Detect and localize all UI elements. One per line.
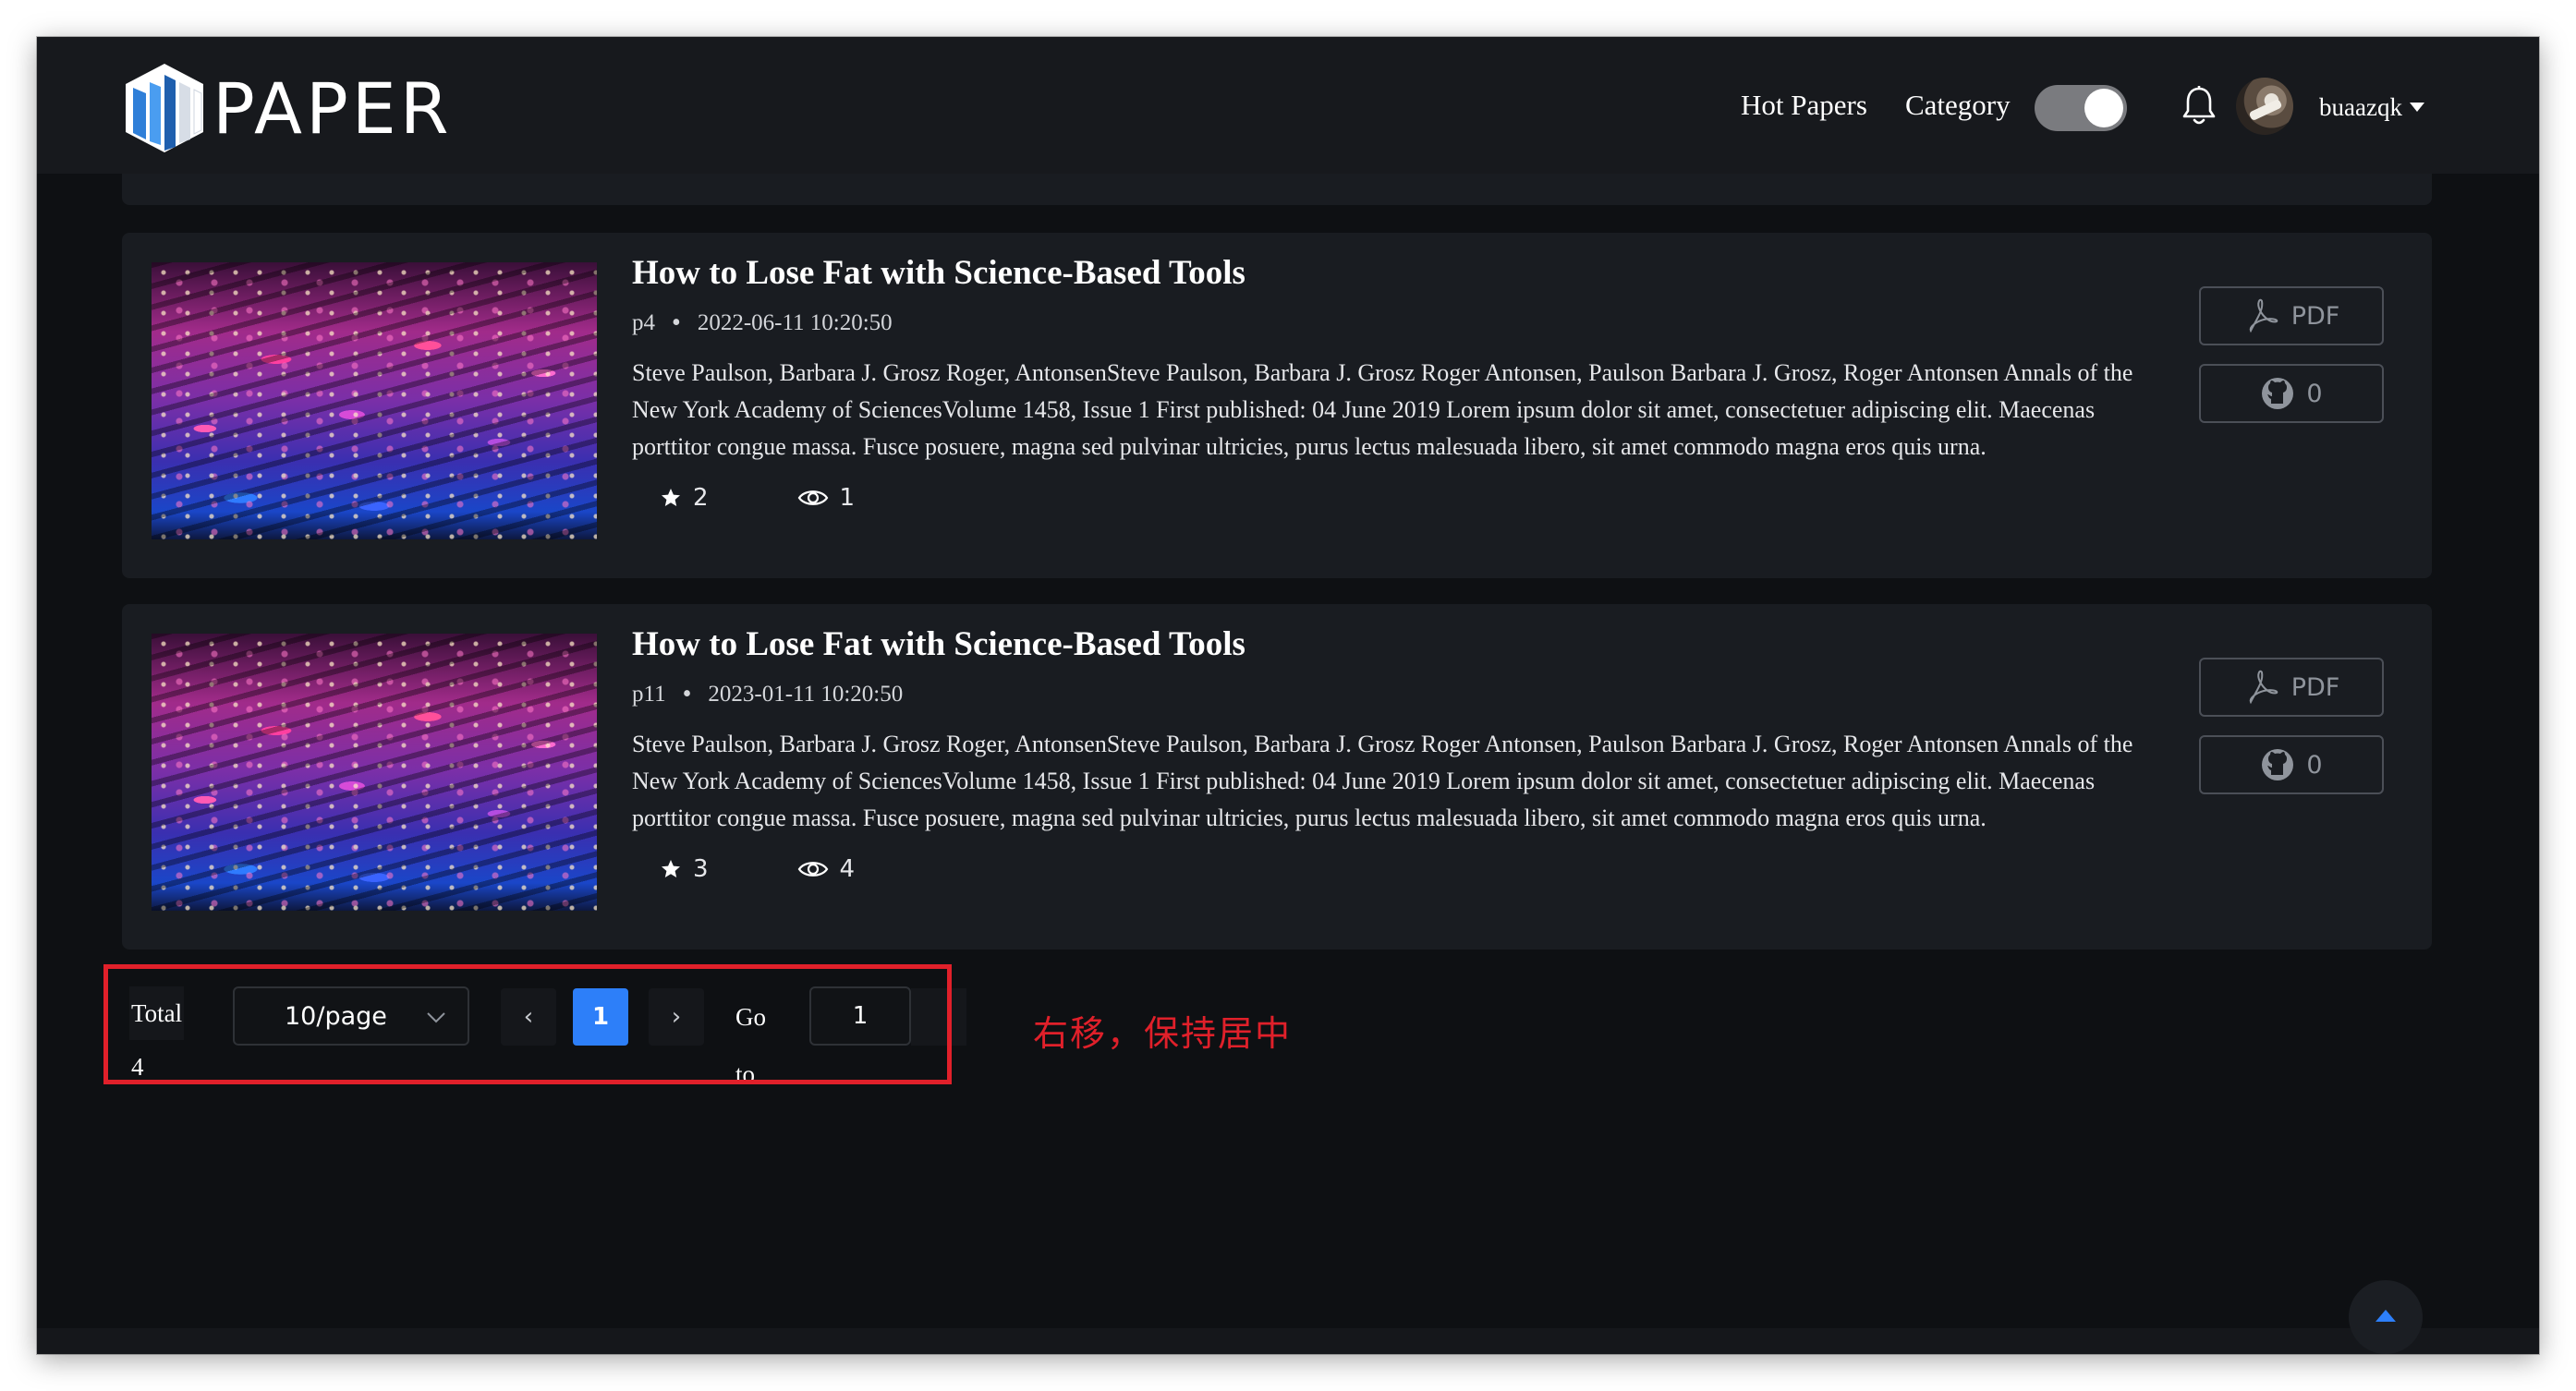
paper-meta: p11 • 2023-01-11 10:20:50 [632,682,903,708]
paper-title[interactable]: How to Lose Fat with Science-Based Tools [632,624,1245,664]
paper-stats: 3 4 [660,855,943,883]
star-count: 2 [693,484,709,512]
review-highlight-box [103,964,952,1084]
user-avatar[interactable] [2236,78,2293,135]
star-icon [662,489,680,506]
paper-thumbnail[interactable] [152,262,597,539]
back-to-top-button[interactable] [2349,1280,2423,1354]
github-count: 0 [2306,750,2323,780]
star-stat[interactable]: 2 [660,484,709,512]
pdf-label: PDF [2290,672,2340,702]
footer [37,1328,2539,1354]
github-button[interactable]: 0 [2199,364,2384,423]
star-stat[interactable]: 3 [660,855,709,883]
paper-thumbnail[interactable] [152,634,597,911]
paper-card: How to Lose Fat with Science-Based Tools… [122,604,2432,950]
pdf-button[interactable]: PDF [2199,286,2384,345]
paper-abstract: Steve Paulson, Barbara J. Grosz Roger, A… [632,731,2133,831]
paper-card: How to Lose Fat with Science-Based Tools… [122,233,2432,578]
paper-stats: 2 1 [660,484,943,512]
theme-toggle[interactable] [2035,85,2127,131]
caret-down-icon [2409,103,2424,112]
view-stat: 4 [797,855,856,883]
view-stat: 1 [797,484,856,512]
github-icon [2262,378,2294,409]
previous-card-edge [122,174,2432,205]
paper-title[interactable]: How to Lose Fat with Science-Based Tools [632,253,1245,293]
view-count: 1 [839,484,856,512]
pdf-label: PDF [2290,301,2340,331]
nav-hot-papers[interactable]: Hot Papers [1741,85,1867,126]
star-count: 3 [693,855,709,883]
eye-icon [797,490,828,505]
logo-cube-icon [126,64,203,152]
github-button[interactable]: 0 [2199,735,2384,794]
user-menu[interactable]: buaazqk [2319,87,2424,127]
top-navbar: PAPER Hot Papers Category buaazqk [37,37,2539,174]
eye-icon [797,862,828,877]
separator-dot: • [682,680,692,708]
bell-icon[interactable] [2181,85,2218,127]
paper-abstract: Steve Paulson, Barbara J. Grosz Roger, A… [632,359,2133,460]
paper-datetime: 2022-06-11 10:20:50 [697,310,893,335]
paper-datetime: 2023-01-11 10:20:50 [708,682,904,707]
arrow-up-icon [2376,1310,2396,1322]
pdf-icon [2249,670,2278,705]
toggle-knob [2084,89,2123,127]
review-annotation: 右移，保持居中 [1033,1013,1293,1054]
paper-page: p11 [632,682,666,707]
github-icon [2262,749,2294,780]
star-icon [662,860,680,877]
github-count: 0 [2306,379,2323,408]
pdf-icon [2249,298,2278,333]
separator-dot: • [672,308,681,337]
logo-text: PAPER [213,67,453,150]
paper-page: p4 [632,310,655,335]
app-window: PAPER Hot Papers Category buaazqk How to… [37,37,2539,1354]
pdf-button[interactable]: PDF [2199,658,2384,717]
username: buaazqk [2319,93,2402,121]
logo[interactable]: PAPER [124,54,453,163]
paper-meta: p4 • 2022-06-11 10:20:50 [632,310,893,336]
view-count: 4 [839,855,856,883]
nav-category[interactable]: Category [1905,85,2011,126]
